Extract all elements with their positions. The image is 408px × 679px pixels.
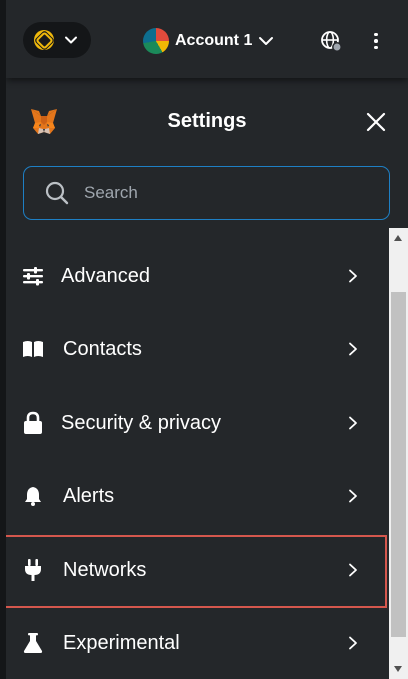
menu-item-contacts[interactable]: Contacts	[6, 313, 386, 385]
search-input[interactable]	[84, 183, 344, 203]
book-icon	[21, 337, 45, 361]
chevron-right-icon	[349, 563, 357, 577]
scroll-up-arrow-icon[interactable]	[394, 235, 402, 241]
menu-item-label: Advanced	[61, 264, 150, 287]
chevron-right-icon	[349, 269, 357, 283]
search-icon	[45, 181, 69, 205]
settings-title: Settings	[167, 110, 247, 132]
menu-item-label: Alerts	[63, 484, 115, 507]
chevron-right-icon	[349, 636, 357, 650]
chevron-right-icon	[349, 416, 357, 430]
bell-icon	[21, 484, 45, 508]
menu-item-label: Contacts	[63, 337, 142, 360]
chevron-down-icon	[259, 37, 274, 45]
flask-icon	[21, 631, 45, 655]
menu-item-alerts[interactable]: Alerts	[6, 460, 386, 532]
close-icon[interactable]	[362, 108, 390, 136]
kebab-menu-icon[interactable]	[366, 28, 386, 54]
chevron-right-icon	[349, 342, 357, 356]
menu-item-label: Security & privacy	[61, 411, 222, 434]
scroll-down-arrow-icon[interactable]	[394, 666, 402, 672]
account-avatar	[143, 28, 169, 54]
menu-item-security-privacy[interactable]: Security & privacy	[6, 387, 386, 459]
plug-icon	[21, 558, 45, 582]
menu-item-advanced[interactable]: Advanced	[6, 240, 386, 312]
account-name: Account 1	[175, 32, 253, 49]
menu-item-label: Experimental	[63, 631, 180, 654]
scrollbar[interactable]	[389, 228, 408, 679]
network-picker[interactable]	[23, 22, 91, 58]
menu-item-experimental[interactable]: Experimental	[6, 607, 386, 679]
globe-icon[interactable]	[320, 30, 342, 52]
search-box[interactable]	[23, 166, 390, 220]
sliders-icon	[21, 264, 45, 288]
scrollbar-thumb[interactable]	[391, 292, 406, 637]
bnb-chain-icon	[34, 30, 54, 50]
menu-item-networks[interactable]: Networks	[6, 534, 386, 606]
settings-app: Account 1 Settings Search Advanced Conta…	[6, 0, 408, 679]
lock-icon	[21, 411, 45, 435]
menu-item-label: Networks	[63, 558, 147, 581]
chevron-right-icon	[349, 489, 357, 503]
chevron-down-icon	[65, 36, 77, 44]
account-picker[interactable]: Account 1	[143, 27, 274, 55]
top-bar: Account 1	[6, 0, 408, 78]
